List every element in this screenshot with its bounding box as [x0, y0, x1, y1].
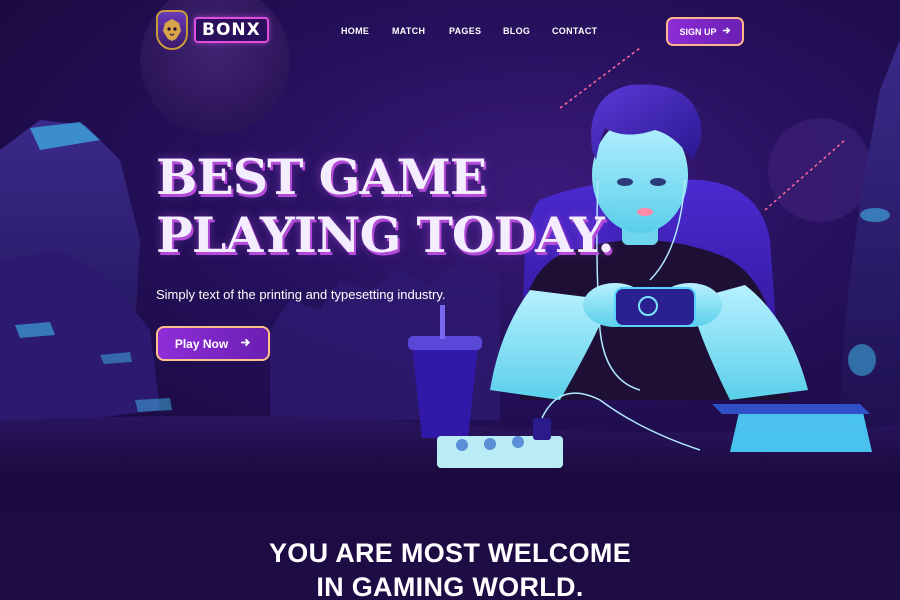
nav-blog[interactable]: BLOG	[503, 26, 530, 36]
arrow-right-icon	[722, 26, 731, 37]
planet-right	[768, 118, 872, 222]
nav-home[interactable]: HOME	[341, 26, 369, 36]
gamer-eye-left	[617, 178, 633, 186]
drink-cup	[412, 345, 478, 438]
rock-glow	[860, 208, 890, 222]
signup-label: SIGN UP	[679, 26, 717, 37]
rock-glow	[135, 398, 172, 412]
laptop-screen	[712, 404, 870, 414]
brand-name: BONX	[194, 17, 269, 43]
power-strip	[437, 436, 563, 468]
socket	[512, 436, 524, 448]
signup-button[interactable]: SIGN UP	[666, 17, 744, 46]
gamer-mouth	[637, 208, 653, 216]
hero-title-line1: BEST GAME	[156, 148, 487, 206]
socket	[456, 439, 468, 451]
hero-title-line2: PLAYING TODAY.	[156, 206, 614, 264]
smartphone	[614, 287, 696, 327]
welcome-line2: IN GAMING WORLD.	[316, 572, 584, 600]
hero-title: BEST GAME PLAYING TODAY.	[156, 148, 614, 264]
nav-contact[interactable]: CONTACT	[552, 26, 597, 36]
arrow-right-icon	[240, 337, 251, 351]
rock-glow	[848, 344, 876, 376]
welcome-heading: YOU ARE MOST WELCOME IN GAMING WORLD.	[0, 536, 900, 600]
play-now-button[interactable]: Play Now	[156, 326, 270, 361]
play-now-label: Play Now	[174, 336, 229, 351]
hero-subtitle: Simply text of the printing and typesett…	[156, 287, 446, 302]
brand-logo[interactable]: BONX	[156, 10, 269, 50]
lion-icon	[156, 10, 188, 50]
nav-match[interactable]: MATCH	[392, 26, 425, 36]
drink-straw	[440, 305, 445, 339]
charger-plug	[533, 418, 551, 440]
socket	[484, 438, 496, 450]
welcome-line1: YOU ARE MOST WELCOME	[269, 538, 631, 568]
hero-section: BONX HOME MATCH PAGES BLOG CONTACT SIGN …	[0, 0, 900, 470]
gamer-eye-right	[650, 178, 666, 186]
nav-pages[interactable]: PAGES	[449, 26, 481, 36]
laptop	[730, 408, 872, 452]
